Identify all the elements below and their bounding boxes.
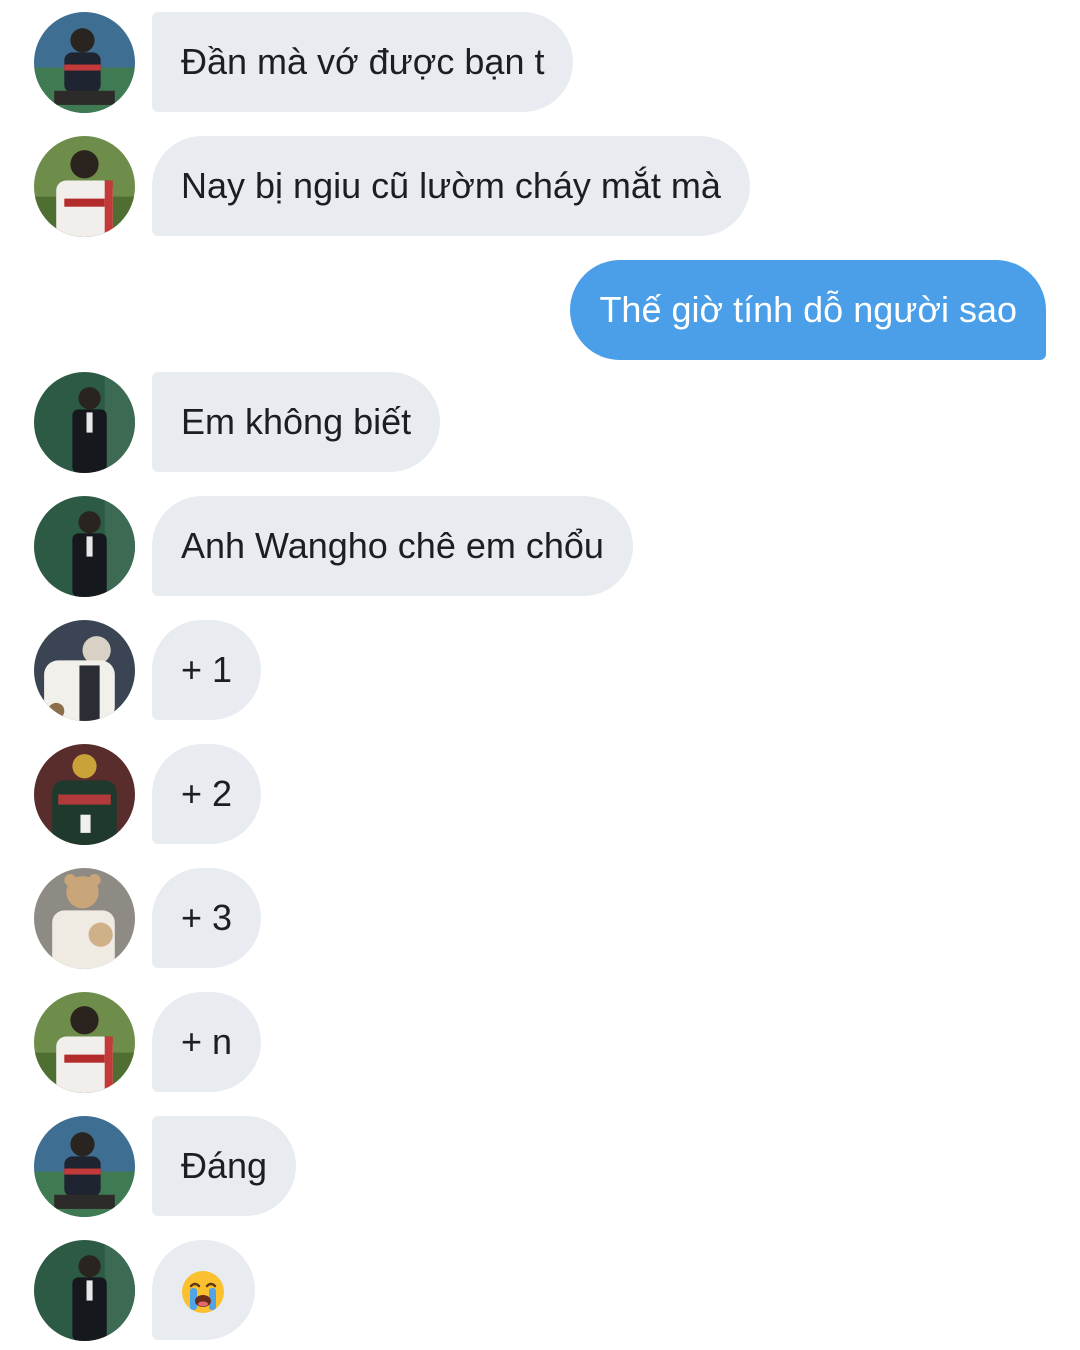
loudly-crying-face-icon [182, 1271, 224, 1313]
avatar[interactable] [34, 992, 135, 1093]
avatar[interactable] [34, 620, 135, 721]
message-text: Nay bị ngiu cũ lườm cháy mắt mà [181, 165, 721, 206]
message-bubble[interactable]: Em không biết [152, 372, 441, 472]
avatar[interactable] [34, 1240, 135, 1341]
message-text: Đáng [181, 1145, 268, 1186]
avatar[interactable] [34, 372, 135, 473]
sent-message-bubble[interactable]: Thế giờ tính dỗ người sao [570, 260, 1046, 360]
message-text: + n [181, 1021, 233, 1062]
avatar[interactable] [34, 744, 135, 845]
message-bubble[interactable]: + n [152, 992, 262, 1092]
avatar[interactable] [34, 868, 135, 969]
message-bubble[interactable]: Nay bị ngiu cũ lườm cháy mắt mà [152, 136, 750, 236]
message-bubble[interactable]: + 3 [152, 868, 262, 968]
message-text: + 3 [181, 897, 233, 938]
avatar[interactable] [34, 1116, 135, 1217]
chat-thread: Đần mà vớ được bạn t Nay bị ngiu cũ lườm… [0, 0, 1080, 1350]
avatar[interactable] [34, 12, 135, 113]
message-bubble[interactable]: Đáng [152, 1116, 297, 1216]
message-bubble[interactable] [152, 1240, 255, 1340]
message-text: Thế giờ tính dỗ người sao [599, 289, 1017, 330]
message-bubble[interactable]: Anh Wangho chê em chổu [152, 496, 633, 596]
message-text: Đần mà vớ được bạn t [181, 41, 545, 82]
message-bubble[interactable]: + 2 [152, 744, 262, 844]
message-text: Em không biết [181, 401, 412, 442]
avatar[interactable] [34, 496, 135, 597]
avatar[interactable] [34, 136, 135, 237]
message-bubble[interactable]: + 1 [152, 620, 262, 720]
message-text: + 1 [181, 649, 233, 690]
message-bubble[interactable]: Đần mà vớ được bạn t [152, 12, 574, 112]
message-text: Anh Wangho chê em chổu [181, 525, 604, 566]
message-text: + 2 [181, 773, 233, 814]
